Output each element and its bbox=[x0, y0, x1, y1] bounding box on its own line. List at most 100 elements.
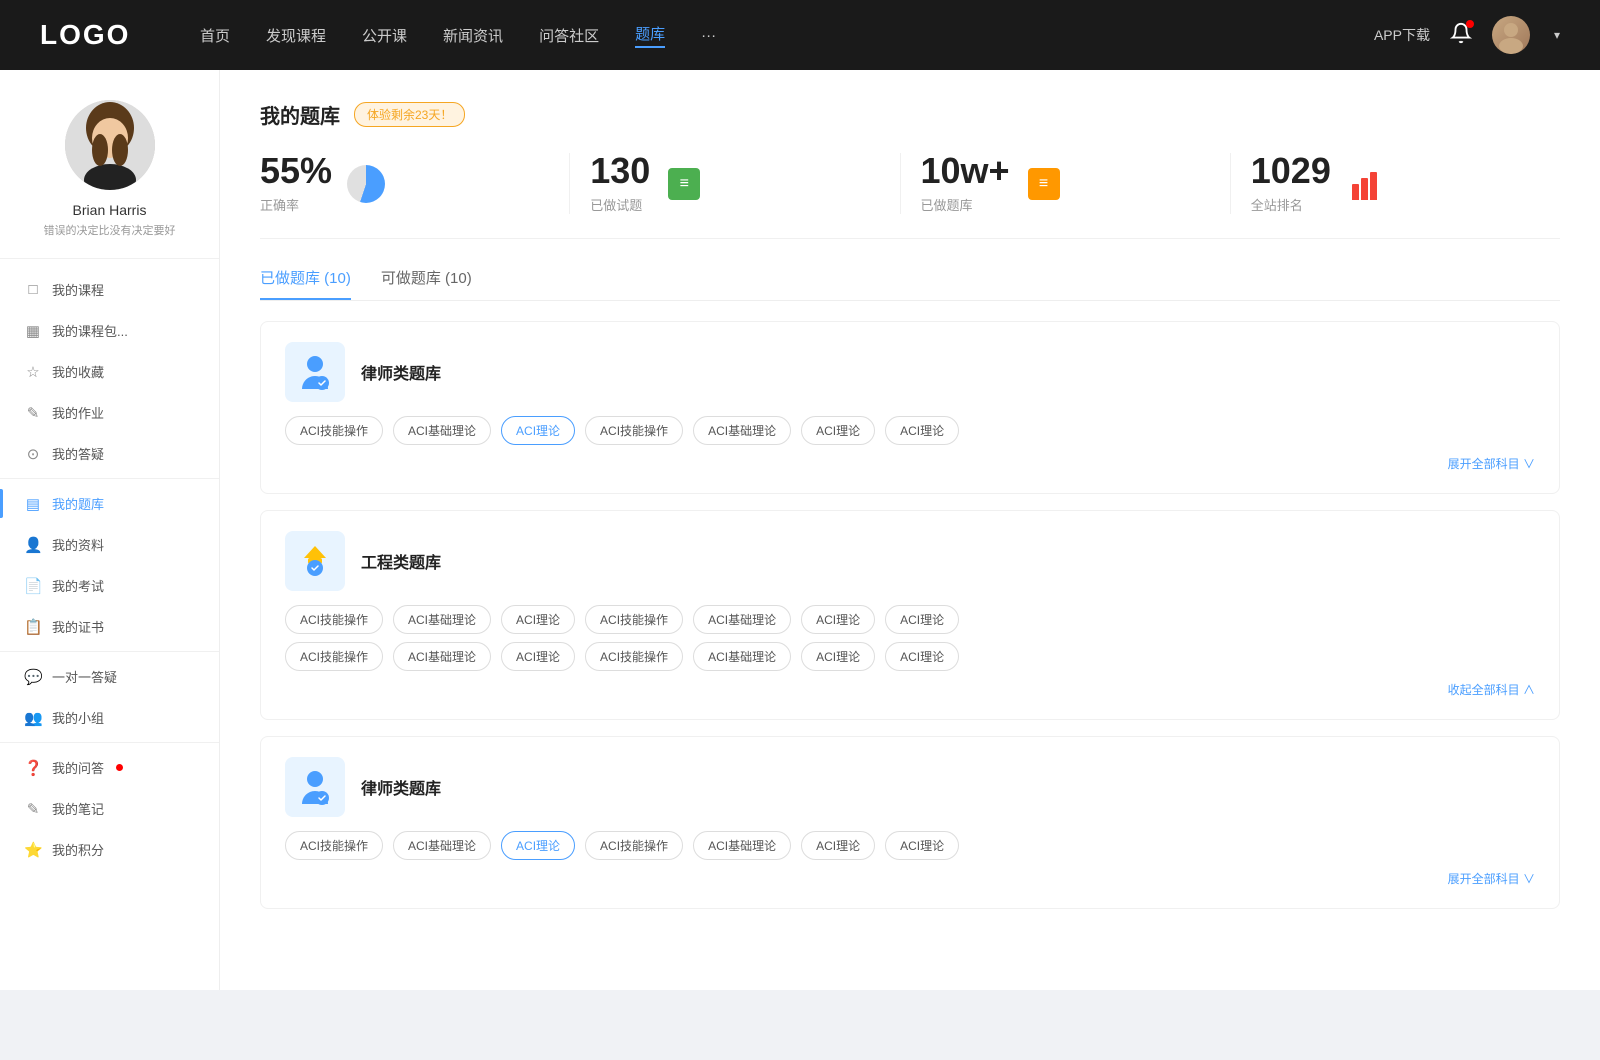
bank-section: 律师类题库 ACI技能操作 ACI基础理论 ACI理论 ACI技能操作 ACI基础理论 A… bbox=[260, 321, 1560, 494]
sidebar-item-我的笔记[interactable]: ✎我的笔记 bbox=[0, 788, 219, 829]
sidebar-item-我的题库[interactable]: ▤我的题库 bbox=[0, 483, 219, 524]
nav-link[interactable]: ··· bbox=[701, 27, 716, 44]
tag[interactable]: ACI理论 bbox=[885, 831, 959, 860]
bank-icon bbox=[285, 757, 345, 817]
tag[interactable]: ACI技能操作 bbox=[285, 416, 383, 445]
stat-value: 1029 bbox=[1251, 153, 1331, 189]
sidebar-item-icon: ☆ bbox=[24, 363, 42, 381]
stat-label: 正确率 bbox=[260, 195, 332, 214]
sidebar-item-label: 我的证书 bbox=[52, 617, 104, 636]
tag[interactable]: ACI理论 bbox=[801, 831, 875, 860]
sidebar-item-我的课程[interactable]: □我的课程 bbox=[0, 269, 219, 310]
tag[interactable]: ACI技能操作 bbox=[585, 605, 683, 634]
stat-value: 55% bbox=[260, 153, 332, 189]
tag[interactable]: ACI基础理论 bbox=[393, 605, 491, 634]
tag[interactable]: ACI技能操作 bbox=[585, 642, 683, 671]
tag[interactable]: ACI理论 bbox=[501, 416, 575, 445]
nav-link[interactable]: 公开课 bbox=[362, 25, 407, 46]
tag[interactable]: ACI基础理论 bbox=[393, 416, 491, 445]
sidebar-item-我的资料[interactable]: 👤我的资料 bbox=[0, 524, 219, 565]
profile-motto: 错误的决定比没有决定要好 bbox=[44, 222, 176, 238]
logo[interactable]: LOGO bbox=[40, 19, 140, 51]
sidebar-item-我的答疑[interactable]: ⊙我的答疑 bbox=[0, 433, 219, 474]
bank-section-header: 律师类题库 bbox=[285, 342, 1535, 402]
sidebar-item-一对一答疑[interactable]: 💬一对一答疑 bbox=[0, 656, 219, 697]
sidebar-item-label: 我的课程包... bbox=[52, 321, 128, 340]
sidebar-divider bbox=[0, 651, 219, 652]
expand-button[interactable]: 展开全部科目 ∨ bbox=[1448, 872, 1535, 886]
sidebar-item-icon: 💬 bbox=[24, 668, 42, 686]
tag[interactable]: ACI基础理论 bbox=[693, 605, 791, 634]
nav-link[interactable]: 问答社区 bbox=[539, 25, 599, 46]
nav-link[interactable]: 首页 bbox=[200, 25, 230, 46]
sidebar-item-我的收藏[interactable]: ☆我的收藏 bbox=[0, 351, 219, 392]
tag[interactable]: ACI基础理论 bbox=[693, 416, 791, 445]
tag[interactable]: ACI技能操作 bbox=[585, 416, 683, 445]
sidebar-menu: □我的课程▦我的课程包...☆我的收藏✎我的作业⊙我的答疑▤我的题库👤我的资料📄… bbox=[0, 269, 219, 870]
sidebar-divider bbox=[0, 478, 219, 479]
tag[interactable]: ACI理论 bbox=[885, 642, 959, 671]
profile-avatar[interactable] bbox=[65, 100, 155, 190]
tag[interactable]: ACI基础理论 bbox=[393, 831, 491, 860]
tag[interactable]: ACI理论 bbox=[501, 605, 575, 634]
tag[interactable]: ACI技能操作 bbox=[285, 605, 383, 634]
tag[interactable]: ACI技能操作 bbox=[585, 831, 683, 860]
tab-item[interactable]: 可做题库 (10) bbox=[381, 267, 472, 300]
app-download-button[interactable]: APP下载 bbox=[1374, 25, 1430, 45]
nav-link[interactable]: 发现课程 bbox=[266, 25, 326, 46]
expand-button[interactable]: 展开全部科目 ∨ bbox=[1448, 457, 1535, 471]
sidebar: Brian Harris 错误的决定比没有决定要好 □我的课程 ▦ 我的课程包...… bbox=[0, 70, 220, 990]
sidebar-item-我的作业[interactable]: ✎我的作业 bbox=[0, 392, 219, 433]
collapse-button[interactable]: 收起全部科目 ∧ bbox=[1448, 683, 1535, 697]
stat-value-area: 1029 全站排名 bbox=[1251, 153, 1331, 214]
nav-link[interactable]: 新闻资讯 bbox=[443, 25, 503, 46]
sidebar-item-icon: 📄 bbox=[24, 577, 42, 595]
sidebar-item-我的课程包...[interactable]: ▦ 我的课程包... bbox=[0, 310, 219, 351]
sidebar-item-label: 我的课程 bbox=[52, 280, 104, 299]
avatar[interactable] bbox=[1492, 16, 1530, 54]
tag[interactable]: ACI基础理论 bbox=[393, 642, 491, 671]
page-title: 我的题库 bbox=[260, 100, 340, 129]
tags-row2: ACI技能操作 ACI基础理论 ACI理论 ACI技能操作 ACI基础理论 ACI理论 AC… bbox=[285, 642, 1535, 671]
sidebar-item-label: 我的作业 bbox=[52, 403, 104, 422]
bank-footer: 展开全部科目 ∨ bbox=[285, 870, 1535, 888]
tag[interactable]: ACI基础理论 bbox=[693, 642, 791, 671]
sidebar-item-我的考试[interactable]: 📄我的考试 bbox=[0, 565, 219, 606]
tag[interactable]: ACI理论 bbox=[885, 416, 959, 445]
tag[interactable]: ACI技能操作 bbox=[285, 642, 383, 671]
navbar-dropdown-arrow[interactable]: ▾ bbox=[1554, 28, 1560, 42]
tag[interactable]: ACI理论 bbox=[801, 642, 875, 671]
tag[interactable]: ACI理论 bbox=[501, 831, 575, 860]
bank-footer: 收起全部科目 ∧ bbox=[285, 681, 1535, 699]
tag[interactable]: ACI基础理论 bbox=[693, 831, 791, 860]
sidebar-item-我的小组[interactable]: 👥我的小组 bbox=[0, 697, 219, 738]
tab-item[interactable]: 已做题库 (10) bbox=[260, 267, 351, 300]
sidebar-divider bbox=[0, 742, 219, 743]
tag[interactable]: ACI理论 bbox=[801, 416, 875, 445]
sidebar-item-label: 我的题库 bbox=[52, 494, 104, 513]
tag[interactable]: ACI技能操作 bbox=[285, 831, 383, 860]
notification-bell[interactable] bbox=[1450, 22, 1472, 49]
stat-value: 130 bbox=[590, 153, 650, 189]
trial-badge: 体验剩余23天！ bbox=[354, 102, 465, 127]
sidebar-item-我的积分[interactable]: ⭐我的积分 bbox=[0, 829, 219, 870]
navbar-right: APP下载 ▾ bbox=[1374, 16, 1560, 54]
stat-value-area: 55% 正确率 bbox=[260, 153, 332, 214]
nav-link[interactable]: 题库 bbox=[635, 23, 665, 48]
stat-value-area: 10w+ 已做题库 bbox=[921, 153, 1010, 214]
sidebar-item-label: 我的小组 bbox=[52, 708, 104, 727]
profile-section: Brian Harris 错误的决定比没有决定要好 bbox=[0, 100, 219, 259]
stat-item: 55% 正确率 bbox=[260, 153, 570, 214]
tag[interactable]: ACI理论 bbox=[801, 605, 875, 634]
tag[interactable]: ACI理论 bbox=[501, 642, 575, 671]
sidebar-item-icon: 📋 bbox=[24, 618, 42, 636]
sidebar-item-icon: ▦ bbox=[24, 322, 42, 340]
stat-label: 已做试题 bbox=[590, 195, 650, 214]
bank-section: 律师类题库 ACI技能操作ACI基础理论ACI理论ACI技能操作ACI基础理论A… bbox=[260, 736, 1560, 909]
sidebar-item-label: 我的问答 bbox=[52, 758, 104, 777]
bank-title: 律师类题库 bbox=[361, 360, 441, 384]
tag[interactable]: ACI理论 bbox=[885, 605, 959, 634]
sidebar-item-我的问答[interactable]: ❓我的问答 bbox=[0, 747, 219, 788]
notification-dot bbox=[1466, 20, 1474, 28]
sidebar-item-我的证书[interactable]: 📋 我的证书 bbox=[0, 606, 219, 647]
